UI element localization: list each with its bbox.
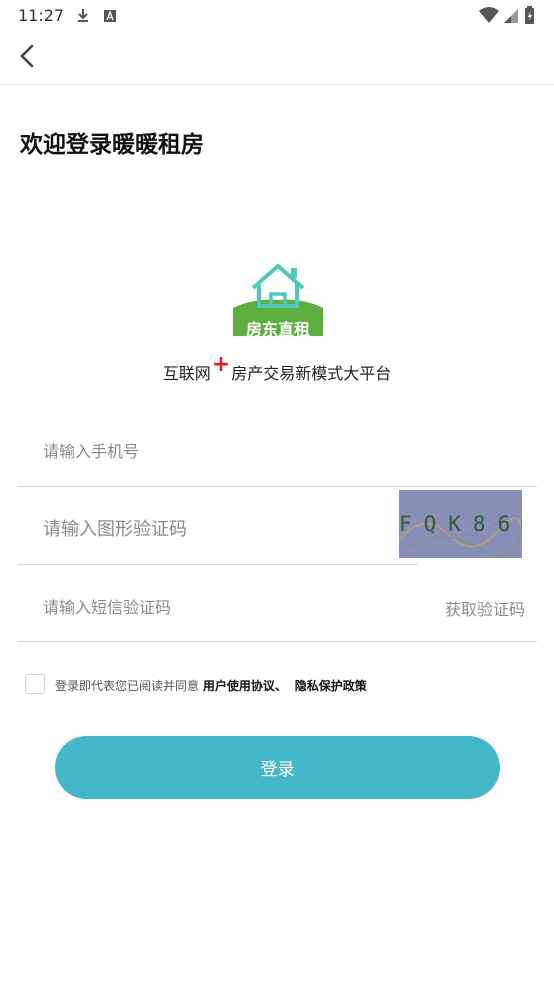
sms-divider — [18, 641, 537, 642]
captcha-input[interactable]: 请输入图形验证码 — [43, 515, 187, 541]
logo-text: 房东直租 — [245, 320, 310, 339]
status-icons-left — [76, 8, 126, 28]
captcha-image[interactable]: FQK86 — [399, 490, 522, 558]
text-a-icon — [104, 10, 116, 22]
brand-logo: 房东直租 — [233, 262, 323, 339]
captcha-divider — [18, 564, 418, 565]
agreement-prefix: 登录即代表您已阅读并同意 — [55, 679, 200, 693]
agreement-text: 登录即代表您已阅读并同意 用户使用协议、 隐私保护政策 — [55, 677, 367, 694]
get-code-button[interactable]: 获取验证码 — [445, 596, 525, 620]
back-button[interactable] — [14, 40, 44, 72]
header-divider — [0, 84, 554, 85]
battery-icon — [525, 6, 534, 24]
captcha-text: FQK86 — [399, 512, 522, 536]
privacy-policy-link[interactable]: 隐私保护政策 — [295, 679, 367, 693]
download-icon — [78, 9, 88, 22]
wifi-icon — [479, 7, 499, 23]
phone-divider — [18, 486, 537, 487]
status-icons-right — [478, 6, 542, 30]
chevron-left-icon — [20, 44, 34, 68]
agreement-checkbox[interactable] — [25, 674, 45, 694]
login-button[interactable]: 登录 — [55, 736, 500, 799]
status-time: 11:27 — [18, 6, 65, 25]
slogan-part1: 互联网 — [162, 364, 211, 383]
sms-code-input[interactable]: 请输入短信验证码 — [43, 594, 171, 618]
slogan-plus: + — [211, 352, 231, 377]
user-agreement-link[interactable]: 用户使用协议、 — [203, 679, 287, 693]
phone-input[interactable]: 请输入手机号 — [43, 438, 139, 462]
page-title: 欢迎登录暖暖租房 — [20, 132, 204, 158]
slogan-part2: 房产交易新模式大平台 — [231, 364, 392, 383]
slogan: 互联网+房产交易新模式大平台 — [0, 352, 554, 385]
